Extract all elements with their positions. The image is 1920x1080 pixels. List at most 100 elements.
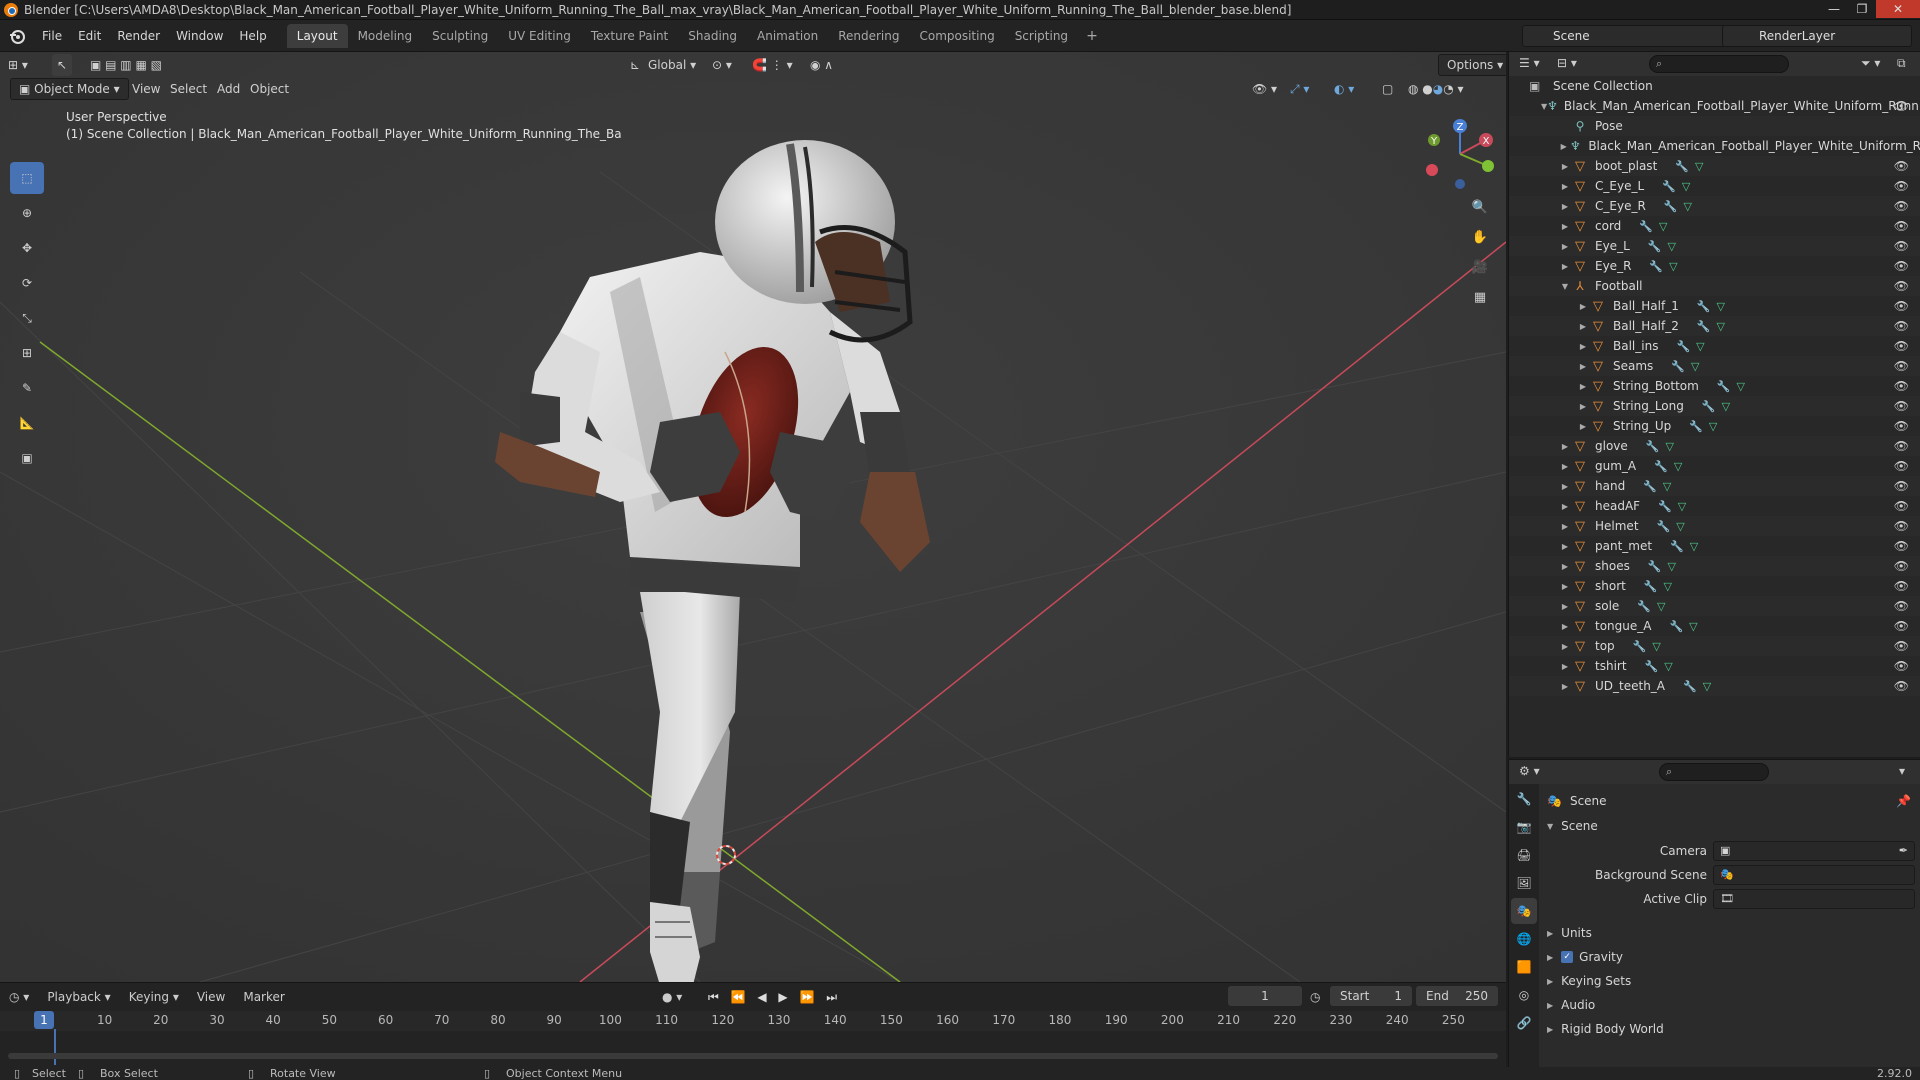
visibility-eye-icon[interactable]: 👁	[1894, 439, 1909, 453]
background-scene-field[interactable]: 🎭	[1713, 865, 1915, 885]
expand-arrow-icon[interactable]: ▶	[1559, 502, 1571, 511]
modifier-icons[interactable]: 🔧 ▽	[1683, 680, 1711, 693]
outliner-item[interactable]: ▶ ▽ Eye_R 🔧 ▽ 👁	[1509, 256, 1920, 276]
outliner-item[interactable]: ▶ ▽ Ball_Half_1 🔧 ▽ 👁	[1509, 296, 1920, 316]
modifier-icons[interactable]: 🔧 ▽	[1633, 640, 1661, 653]
snap-icon[interactable]: 🧲 ⋮ ▾	[752, 54, 793, 76]
scene-panel-header[interactable]: ▼ Scene	[1547, 816, 1598, 836]
outliner-item[interactable]: ▶ ▽ gum_A 🔧 ▽ 👁	[1509, 456, 1920, 476]
tab-layout[interactable]: Layout	[286, 23, 348, 48]
outliner-item[interactable]: ▶ ▽ tongue_A 🔧 ▽ 👁	[1509, 616, 1920, 636]
tab-shading[interactable]: Shading	[678, 24, 747, 48]
close-icon[interactable]: ✕	[1876, 0, 1920, 18]
current-frame-field[interactable]: 1	[1228, 986, 1302, 1006]
overlay-toggle-icon[interactable]: ◐ ▾	[1334, 78, 1354, 100]
move-tool[interactable]: ✥	[10, 232, 44, 264]
expand-arrow-icon[interactable]: ▶	[1559, 182, 1571, 191]
keying-sets-panel-header[interactable]: ▶ Keying Sets	[1547, 974, 1631, 988]
expand-arrow-icon[interactable]: ▶	[1559, 142, 1568, 151]
modifier-icons[interactable]: 🔧 ▽	[1669, 620, 1697, 633]
visibility-eye-icon[interactable]: 👁	[1894, 619, 1909, 633]
expand-arrow-icon[interactable]: ▶	[1559, 442, 1571, 451]
render-tab-icon[interactable]: 📷	[1511, 814, 1537, 840]
camera-view-icon[interactable]: 🎥	[1467, 254, 1493, 280]
blender-menu-icon[interactable]	[8, 27, 26, 45]
pivot-icon[interactable]: ⊙ ▾	[712, 54, 732, 76]
tab-modeling[interactable]: Modeling	[348, 24, 423, 48]
proportional-edit-icon[interactable]: ◉ ∧	[810, 54, 833, 76]
visibility-eye-icon[interactable]: 👁	[1894, 279, 1909, 293]
outliner-item[interactable]: ▶ ▽ pant_met 🔧 ▽ 👁	[1509, 536, 1920, 556]
camera-field[interactable]: ▣ ✒	[1713, 841, 1915, 861]
expand-arrow-icon[interactable]: ▶	[1577, 402, 1589, 411]
scale-tool[interactable]: ⤡	[10, 302, 44, 334]
outliner-editor-type-icon[interactable]: ☰ ▾	[1519, 56, 1540, 70]
modifier-icons[interactable]: 🔧 ▽	[1671, 360, 1699, 373]
outliner-item[interactable]: ▼ ♆ Black_Man_American_Football_Player_Whi…	[1509, 96, 1920, 116]
add-workspace-button[interactable]: +	[1078, 28, 1106, 44]
expand-arrow-icon[interactable]: ▶	[1559, 662, 1571, 671]
visibility-eye-icon[interactable]: 👁	[1894, 419, 1909, 433]
outliner-item[interactable]: ▶ ▽ sole 🔧 ▽ 👁	[1509, 596, 1920, 616]
expand-arrow-icon[interactable]: ▶	[1559, 242, 1571, 251]
menu-render[interactable]: Render	[109, 29, 168, 43]
visibility-eye-icon[interactable]: 👁	[1894, 399, 1909, 413]
scene-selector[interactable]: Scene	[1522, 25, 1728, 47]
pin-icon[interactable]: 📌	[1896, 794, 1911, 808]
visibility-eye-icon[interactable]: 👁	[1894, 539, 1909, 553]
view-layer-selector[interactable]: RenderLayer	[1722, 25, 1912, 47]
modifier-icons[interactable]: 🔧 ▽	[1689, 420, 1717, 433]
outliner-item[interactable]: ⚲ Pose	[1509, 116, 1920, 136]
expand-arrow-icon[interactable]: ▶	[1559, 562, 1571, 571]
orientation-dropdown[interactable]: Global ▾	[648, 54, 696, 76]
visibility-eye-icon[interactable]: 👁	[1894, 199, 1909, 213]
visibility-eye-icon[interactable]: 👁	[1894, 639, 1909, 653]
properties-editor-type-icon[interactable]: ⚙ ▾	[1519, 764, 1540, 778]
options-dropdown[interactable]: Options ▾	[1438, 54, 1506, 76]
tab-compositing[interactable]: Compositing	[909, 24, 1004, 48]
measure-tool[interactable]: 📐	[10, 407, 44, 439]
menu-window[interactable]: Window	[168, 29, 231, 43]
menu-keying[interactable]: Keying ▾	[120, 990, 188, 1004]
timeline-ruler[interactable]: 10 20 30 40 50 60 70 80 90 100 110 120 130 140 150 160 1…	[0, 1011, 1506, 1031]
menu-select[interactable]: Select	[170, 78, 207, 100]
outliner-item[interactable]: ▶ ▽ cord 🔧 ▽ 👁	[1509, 216, 1920, 236]
gravity-checkbox[interactable]: ✓	[1561, 951, 1574, 963]
menu-help[interactable]: Help	[231, 29, 274, 43]
visibility-eye-icon[interactable]: 👁	[1894, 219, 1909, 233]
visibility-eye-icon[interactable]: 👁	[1894, 239, 1909, 253]
physics-tab-icon[interactable]: ◎	[1511, 982, 1537, 1008]
outliner-item[interactable]: ▶ ▽ glove 🔧 ▽ 👁	[1509, 436, 1920, 456]
expand-arrow-icon[interactable]: ▶	[1559, 162, 1571, 171]
visibility-eye-icon[interactable]: 👁	[1894, 379, 1909, 393]
object-tab-icon[interactable]: 🟧	[1511, 954, 1537, 980]
menu-file[interactable]: File	[34, 29, 70, 43]
expand-arrow-icon[interactable]: ▶	[1559, 222, 1571, 231]
expand-arrow-icon[interactable]: ▶	[1577, 382, 1589, 391]
visibility-eye-icon[interactable]: 👁	[1894, 179, 1909, 193]
outliner-item[interactable]: ▶ ▽ Ball_Half_2 🔧 ▽ 👁	[1509, 316, 1920, 336]
playhead[interactable]: 1	[34, 1011, 54, 1029]
scene-tab-icon[interactable]: 🎭	[1511, 898, 1537, 924]
expand-arrow-icon[interactable]: ▶	[1559, 262, 1571, 271]
select-mode-icons[interactable]: ▣ ▤ ▥ ▦ ▧	[90, 54, 162, 76]
menu-playback[interactable]: Playback ▾	[38, 990, 119, 1004]
outliner-item[interactable]: ▶ ▽ Eye_L 🔧 ▽ 👁	[1509, 236, 1920, 256]
visibility-eye-icon[interactable]: 👁	[1894, 359, 1909, 373]
modifier-icons[interactable]: 🔧 ▽	[1658, 500, 1686, 513]
maximize-icon[interactable]: ❐	[1848, 0, 1876, 18]
rotate-tool[interactable]: ⟳	[10, 267, 44, 299]
expand-arrow-icon[interactable]: ▶	[1559, 582, 1571, 591]
scene-collection-row[interactable]: ▣ Scene Collection	[1509, 76, 1920, 96]
outliner-item[interactable]: ▶ ▽ headAF 🔧 ▽ 👁	[1509, 496, 1920, 516]
tab-animation[interactable]: Animation	[747, 24, 828, 48]
expand-arrow-icon[interactable]: ▶	[1559, 622, 1571, 631]
menu-edit[interactable]: Edit	[70, 29, 109, 43]
modifier-icons[interactable]: 🔧 ▽	[1702, 400, 1730, 413]
expand-arrow-icon[interactable]: ▶	[1559, 482, 1571, 491]
annotate-tool[interactable]: ✎	[10, 372, 44, 404]
expand-arrow-icon[interactable]: ▶	[1559, 462, 1571, 471]
modifier-icons[interactable]: 🔧 ▽	[1645, 660, 1673, 673]
rigid-body-world-panel-header[interactable]: ▶ Rigid Body World	[1547, 1022, 1664, 1036]
tab-rendering[interactable]: Rendering	[828, 24, 909, 48]
